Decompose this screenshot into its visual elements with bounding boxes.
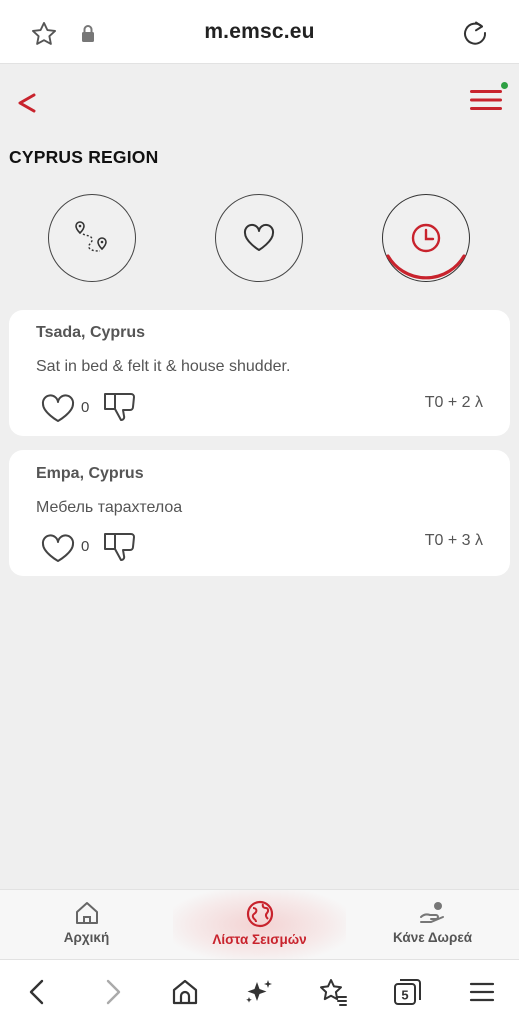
time-since-event: T0 + 3 λ <box>424 532 483 549</box>
browser-navigation-bar: 5 <box>0 959 519 1024</box>
map-view-button[interactable] <box>48 194 136 282</box>
url-text[interactable]: m.emsc.eu <box>0 20 519 44</box>
favorites-view-button[interactable] <box>215 194 303 282</box>
thumbs-down-icon[interactable] <box>101 530 139 564</box>
browser-address-bar: m.emsc.eu <box>0 0 519 64</box>
tab-earthquake-list[interactable]: Λίστα Σεισμών <box>173 890 346 960</box>
route-pins-icon <box>75 221 107 252</box>
home-icon <box>75 902 98 924</box>
reload-icon[interactable] <box>460 18 490 48</box>
testimony-card[interactable]: Empa, Cyprus Мебель тарахтелоа 0 T0 + 3 … <box>9 450 510 576</box>
browser-forward-icon[interactable] <box>96 976 128 1008</box>
like-count: 0 <box>81 399 90 416</box>
page-title: CYPRUS REGION <box>9 147 159 167</box>
tab-earthquake-list-label: Λίστα Σεισμών <box>212 932 307 947</box>
testimony-card[interactable]: Tsada, Cyprus Sat in bed & felt it & hou… <box>9 310 510 436</box>
notification-dot <box>501 82 508 89</box>
testimony-location: Empa, Cyprus <box>36 465 144 482</box>
heart-icon <box>243 223 275 251</box>
browser-home-icon[interactable] <box>169 976 201 1008</box>
back-arrow-icon[interactable] <box>14 88 40 118</box>
browser-menu-icon[interactable] <box>466 976 498 1008</box>
globe-icon <box>246 900 273 928</box>
like-count: 0 <box>81 538 90 555</box>
testimony-text: Мебель тарахтелоа <box>36 499 183 516</box>
tabs-icon[interactable]: 5 <box>391 976 423 1008</box>
bottom-tab-bar: Αρχική Λίστα Σεισμών Κάνε Δωρεά <box>0 889 519 960</box>
testimony-text: Sat in bed & felt it & house shudder. <box>36 358 291 375</box>
donate-hand-icon <box>419 902 444 923</box>
heart-like-icon[interactable] <box>40 394 76 424</box>
tab-donate[interactable]: Κάνε Δωρεά <box>346 890 519 960</box>
browser-back-icon[interactable] <box>22 976 54 1008</box>
tab-count: 5 <box>401 988 408 1003</box>
tab-donate-label: Κάνε Δωρεά <box>392 930 473 945</box>
heart-like-icon[interactable] <box>40 534 76 564</box>
sparkle-assistant-icon[interactable] <box>243 976 275 1008</box>
time-since-event: T0 + 2 λ <box>424 394 483 411</box>
thumbs-down-icon[interactable] <box>101 390 139 424</box>
tab-home-label: Αρχική <box>63 930 110 945</box>
testimony-location: Tsada, Cyprus <box>36 324 146 341</box>
bookmarks-star-list-icon[interactable] <box>317 976 349 1008</box>
tab-home[interactable]: Αρχική <box>0 890 173 960</box>
active-indicator-arc <box>386 254 466 280</box>
